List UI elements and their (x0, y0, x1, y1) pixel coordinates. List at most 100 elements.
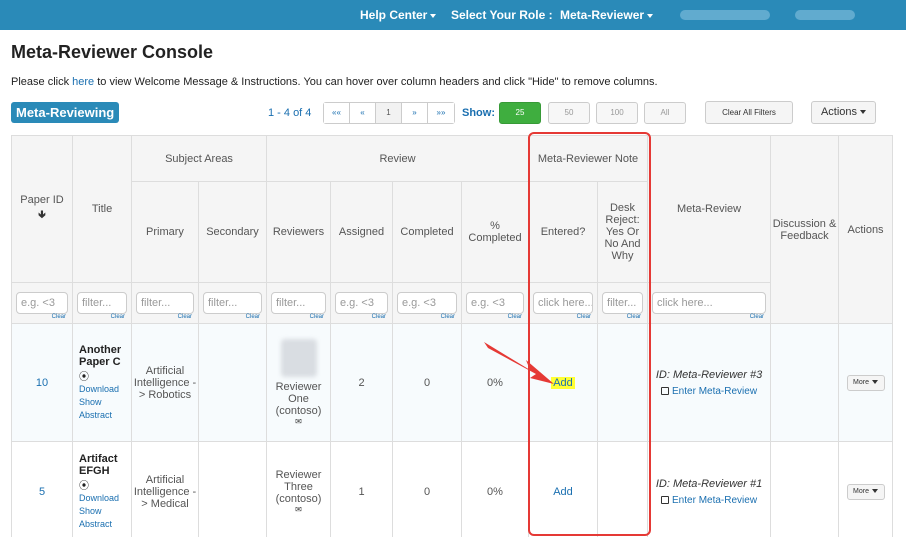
clear-filter-link[interactable]: Clear (178, 314, 192, 320)
select-role-label: Select Your Role : (451, 8, 553, 22)
add-note-link[interactable]: Add (551, 376, 575, 389)
show-25-button[interactable]: 25 (499, 102, 541, 124)
meta-review-filter[interactable]: click here... (652, 292, 767, 314)
info-icon[interactable]: ⦿ (79, 368, 125, 383)
col-discussion[interactable]: Discussion & Feedback (770, 135, 840, 324)
show-all-button[interactable]: All (644, 102, 686, 124)
col-desk-reject[interactable]: Desk Reject: Yes Or No And Why (597, 181, 649, 283)
envelope-icon[interactable]: ✉ (267, 505, 330, 514)
filter-cell: filter... Clear (72, 282, 132, 324)
col-paper-id[interactable]: Paper ID 🢃 (11, 135, 73, 283)
filter-cell: e.g. <3 Clear (330, 282, 393, 324)
completed-filter[interactable]: e.g. <3 (397, 292, 457, 314)
next-page-button[interactable]: » (402, 103, 428, 123)
clear-filter-link[interactable]: Clear (372, 314, 386, 320)
assigned-filter[interactable]: e.g. <3 (335, 292, 388, 314)
paper-id-link[interactable]: 5 (11, 441, 73, 537)
actions-cell: More (838, 323, 894, 442)
entered-filter[interactable]: click here... (533, 292, 594, 314)
redacted-user-info (680, 10, 770, 20)
meta-review-cell: ID: Meta-Reviewer #1 Enter Meta-Review (647, 441, 772, 537)
col-actions: Actions (838, 135, 894, 324)
col-pct-completed[interactable]: % Completed (460, 181, 530, 283)
primary-filter[interactable]: filter... (136, 292, 194, 314)
sort-down-icon: 🢃 (38, 208, 46, 221)
redacted-user-menu (795, 10, 855, 20)
enter-meta-review-link[interactable]: Enter Meta-Review (648, 495, 770, 506)
download-link[interactable]: Download (79, 492, 125, 505)
col-secondary[interactable]: Secondary (198, 181, 267, 283)
paper-id-link[interactable]: 10 (11, 323, 73, 442)
clear-filter-link[interactable]: Clear (310, 314, 324, 320)
filter-cell: filter... Clear (597, 282, 649, 324)
filter-cell: filter... Clear (131, 282, 199, 324)
clear-filter-link[interactable]: Clear (577, 314, 591, 320)
assigned-count: 1 (330, 441, 393, 537)
show-100-button[interactable]: 100 (596, 102, 638, 124)
show-abstract-link[interactable]: Show Abstract (79, 505, 125, 531)
show-50-button[interactable]: 50 (548, 102, 590, 124)
page-count: 1 - 4 of 4 (268, 107, 312, 119)
top-navbar: Help Center Select Your Role : Meta-Revi… (0, 0, 906, 30)
title-cell: Artifact EFGH ⦿ Download Show Abstract (72, 441, 132, 537)
more-button[interactable]: More (846, 483, 885, 500)
clear-filter-link[interactable]: Clear (111, 314, 125, 320)
meta-reviewer-id: ID: Meta-Reviewer #3 (655, 368, 763, 381)
filter-cell: click here... Clear (647, 282, 772, 324)
col-assigned[interactable]: Assigned (330, 181, 393, 283)
completed-count: 0 (392, 441, 462, 537)
title-filter[interactable]: filter... (77, 292, 127, 314)
clear-filter-link[interactable]: Clear (508, 314, 522, 320)
title-cell: Another Paper C ⦿ Download Show Abstract (72, 323, 132, 442)
discussion-cell (770, 323, 840, 442)
discussion-cell (770, 441, 840, 537)
show-abstract-link[interactable]: Show Abstract (79, 396, 125, 422)
more-button[interactable]: More (846, 374, 885, 391)
role-dropdown[interactable]: Meta-Reviewer (560, 0, 654, 30)
reviewers-filter[interactable]: filter... (271, 292, 326, 314)
pct-completed-filter[interactable]: e.g. <3 (466, 292, 525, 314)
caret-down-icon (872, 379, 878, 384)
col-entered[interactable]: Entered? (528, 181, 599, 283)
welcome-link[interactable]: here (72, 76, 94, 88)
paper-id-filter[interactable]: e.g. <3 (16, 292, 68, 314)
help-center-menu[interactable]: Help Center (360, 0, 437, 30)
col-reviewers[interactable]: Reviewers (266, 181, 331, 283)
download-link[interactable]: Download (79, 383, 125, 396)
clear-filter-link[interactable]: Clear (750, 314, 764, 320)
add-note-link[interactable]: Add (553, 486, 573, 498)
col-meta-review[interactable]: Meta-Review (647, 135, 772, 283)
edit-icon (661, 386, 670, 395)
col-primary[interactable]: Primary (131, 181, 199, 283)
clear-filter-link[interactable]: Clear (441, 314, 455, 320)
info-icon[interactable]: ⦿ (79, 477, 125, 492)
clear-filter-link[interactable]: Clear (246, 314, 260, 320)
actions-dropdown[interactable]: Actions (811, 101, 876, 124)
enter-meta-review-link[interactable]: Enter Meta-Review (648, 386, 770, 397)
last-page-button[interactable]: »» (428, 103, 454, 123)
envelope-icon[interactable]: ✉ (267, 417, 330, 426)
filter-cell: filter... Clear (198, 282, 267, 324)
secondary-filter[interactable]: filter... (203, 292, 262, 314)
first-page-button[interactable]: «« (324, 103, 350, 123)
filter-cell: e.g. <3 Clear (460, 282, 530, 324)
col-review: Review (265, 135, 530, 182)
actions-cell: More (838, 441, 894, 537)
col-completed[interactable]: Completed (392, 181, 462, 283)
intro-text: Please click here to view Welcome Messag… (11, 76, 658, 88)
filter-cell: e.g. <3 Clear (11, 282, 73, 324)
desk-reject-filter[interactable]: filter... (602, 292, 644, 314)
clear-all-filters-button[interactable]: Clear All Filters (705, 101, 793, 124)
table-row: 5 Artifact EFGH ⦿ Download Show Abstract… (11, 441, 894, 537)
filter-cell: click here... Clear (528, 282, 599, 324)
entered-cell: Add (528, 323, 599, 442)
clear-filter-link[interactable]: Clear (52, 314, 66, 320)
primary-area: Artificial Intelligence -> Medical (131, 441, 199, 537)
edit-icon (661, 495, 670, 504)
prev-page-button[interactable]: « (350, 103, 376, 123)
assigned-count: 2 (330, 323, 393, 442)
page-1-button[interactable]: 1 (376, 103, 402, 123)
caret-down-icon (872, 488, 878, 493)
col-title[interactable]: Title (72, 135, 132, 283)
clear-filter-link[interactable]: Clear (627, 314, 641, 320)
